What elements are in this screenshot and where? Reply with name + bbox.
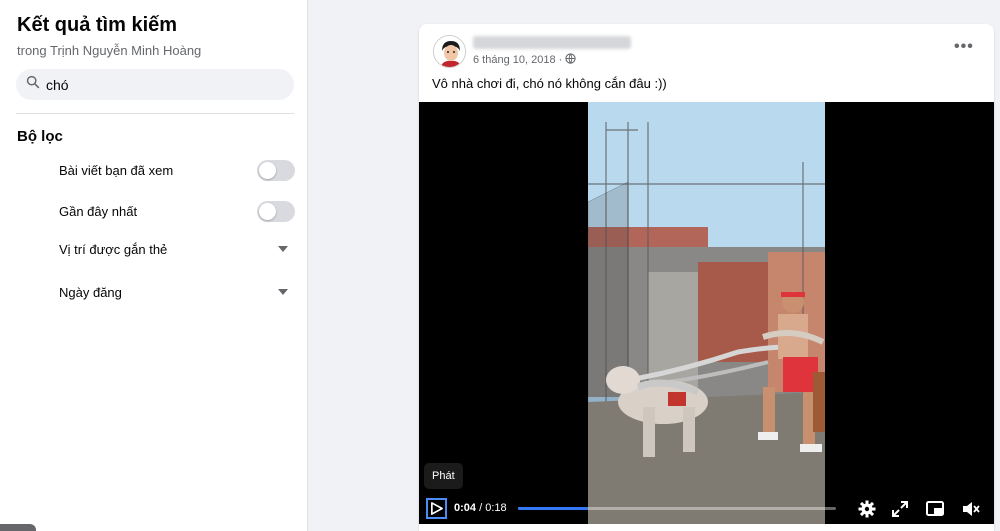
filters-heading: Bộ lọc [17, 128, 63, 145]
more-options-icon[interactable]: ••• [954, 39, 974, 55]
search-box[interactable] [16, 69, 294, 100]
play-button[interactable] [426, 498, 447, 519]
muted-volume-icon[interactable] [961, 499, 981, 519]
search-input[interactable] [46, 76, 286, 93]
author-avatar[interactable] [433, 35, 466, 68]
caret-down-icon[interactable] [278, 289, 288, 295]
play-icon [431, 502, 443, 515]
viewed-posts-toggle[interactable] [257, 159, 295, 181]
filter-most-recent[interactable]: Gần đây nhất [59, 200, 295, 222]
search-icon [26, 75, 40, 94]
filter-label: Bài viết bạn đã xem [59, 162, 174, 178]
scroll-indicator [0, 524, 36, 531]
most-recent-toggle[interactable] [257, 200, 295, 222]
toggle-knob [259, 161, 276, 179]
video-frame [588, 102, 825, 524]
toggle-knob [259, 202, 276, 220]
current-time: 0:04 [454, 502, 477, 514]
settings-gear-icon[interactable] [857, 499, 877, 519]
filter-label: Gần đây nhất [59, 203, 138, 219]
search-sidebar: Kết quả tìm kiếm trong Trịnh Nguyễn Minh… [0, 0, 308, 531]
video-player[interactable]: Phát 0:04 / 0:18 [419, 102, 994, 524]
filter-date-posted[interactable]: Ngày đăng [59, 281, 295, 303]
filter-viewed-posts[interactable]: Bài viết bạn đã xem [59, 159, 295, 181]
author-name-blurred[interactable] [473, 36, 631, 49]
fullscreen-icon[interactable] [890, 499, 910, 519]
post-date[interactable]: 6 tháng 10, 2018 · [473, 54, 562, 66]
video-controls: 0:04 / 0:18 [419, 494, 994, 524]
globe-icon [562, 53, 576, 67]
play-tooltip: Phát [424, 463, 463, 489]
picture-in-picture-icon[interactable] [925, 499, 945, 519]
filter-label: Vị trí được gắn thẻ [59, 241, 168, 257]
video-time: 0:04 / 0:18 [454, 502, 507, 514]
post-meta: 6 tháng 10, 2018 · [473, 53, 576, 67]
filter-label: Ngày đăng [59, 284, 122, 300]
filter-tagged-location[interactable]: Vị trí được gắn thẻ [59, 238, 295, 260]
progress-fill [518, 507, 588, 510]
post-caption: Vô nhà chơi đi, chó nó không cắn đâu :)) [432, 76, 667, 91]
duration: / 0:18 [479, 502, 507, 514]
caret-down-icon[interactable] [278, 246, 288, 252]
post-card: 6 tháng 10, 2018 · ••• Vô nhà chơi đi, c… [419, 24, 994, 531]
page-title: Kết quả tìm kiếm [17, 14, 178, 36]
progress-bar[interactable] [518, 507, 836, 510]
divider [16, 113, 294, 114]
search-scope: trong Trịnh Nguyễn Minh Hoàng [17, 43, 202, 58]
